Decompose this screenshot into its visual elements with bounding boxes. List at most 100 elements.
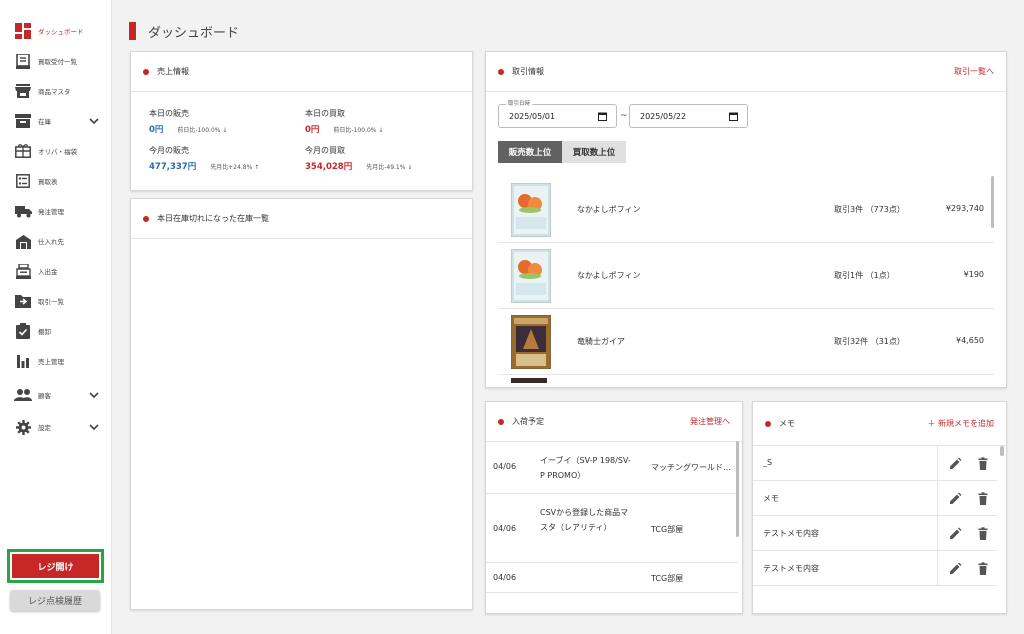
ranking-scrollbar[interactable] xyxy=(991,176,994,228)
trash-icon[interactable] xyxy=(976,527,990,541)
sidebar-item-cash[interactable]: 入出金 xyxy=(0,256,112,286)
ranking-row[interactable]: なかよしポフィン 取引3件 （773点） ¥293,740 xyxy=(498,177,994,243)
sidebar-item-buy-list[interactable]: 買取表 xyxy=(0,166,112,196)
memo-item[interactable]: _S xyxy=(753,446,997,481)
sidebar: ダッシュボード 買取受付一覧 商品マスタ 在庫 オリパ・福袋 買取表 発注管理 … xyxy=(0,0,112,634)
sidebar-item-label: 取引一覧 xyxy=(38,298,64,306)
ranking-row[interactable]: なかよしポフィン 取引1件 （1点） ¥190 xyxy=(498,243,994,309)
dashboard-icon xyxy=(14,22,32,40)
title-accent-bar xyxy=(129,22,136,40)
sidebar-item-orders[interactable]: 発注管理 xyxy=(0,196,112,226)
open-register-button[interactable]: レジ開け xyxy=(7,549,104,583)
date-to-value: 2025/05/22 xyxy=(640,111,687,121)
arrival-supplier: TCG部屋 xyxy=(651,574,684,583)
factory-icon xyxy=(14,232,32,250)
transaction-amount: ¥4,650 xyxy=(956,336,984,345)
arrival-row[interactable]: 04/06 TCG部屋 xyxy=(486,563,738,593)
page-header: ダッシュボード xyxy=(129,22,240,41)
sidebar-item-label: 設定 xyxy=(38,424,51,432)
tab-sales-top[interactable]: 販売数上位 xyxy=(498,141,562,163)
people-icon xyxy=(14,386,32,404)
card-header: 売上情報 xyxy=(131,52,472,92)
cash-register-icon xyxy=(14,262,32,280)
date-range-separator: ~ xyxy=(620,111,628,121)
date-from-input[interactable]: 2025/05/01 xyxy=(498,104,617,128)
sidebar-item-label: 発注管理 xyxy=(38,208,64,216)
memo-item[interactable]: テストメモ内容 xyxy=(753,551,997,586)
card-header: 入荷予定 発注管理へ xyxy=(486,402,742,442)
chevron-down-icon[interactable] xyxy=(88,389,100,401)
transactions-link[interactable]: 取引一覧へ xyxy=(954,66,994,77)
sidebar-item-product-master[interactable]: 商品マスタ xyxy=(0,76,112,106)
card-header: メモ ＋ 新規メモを追加 xyxy=(753,402,1006,446)
page-title: ダッシュボード xyxy=(148,25,240,41)
truck-icon xyxy=(14,202,32,220)
sidebar-item-dashboard[interactable]: ダッシュボード xyxy=(0,16,112,46)
gift-icon xyxy=(14,142,32,160)
sidebar-item-settings[interactable]: 設定 xyxy=(0,412,112,442)
sidebar-item-lucky-bags[interactable]: オリパ・福袋 xyxy=(0,136,112,166)
calendar-icon[interactable] xyxy=(729,112,738,121)
arrival-date: 04/06 xyxy=(493,462,517,471)
ranking-row[interactable]: 竜騎士ガイア 取引32件 （31点） ¥4,650 xyxy=(498,309,994,375)
sidebar-item-transactions[interactable]: 取引一覧 xyxy=(0,286,112,316)
trash-icon[interactable] xyxy=(976,492,990,506)
sidebar-item-purchase-receipts[interactable]: 買取受付一覧 xyxy=(0,46,112,76)
sidebar-item-customers[interactable]: 顧客 xyxy=(0,380,112,410)
checklist-icon xyxy=(14,322,32,340)
sidebar-item-label: 入出金 xyxy=(38,268,58,276)
sidebar-item-suppliers[interactable]: 仕入れ先 xyxy=(0,226,112,256)
product-image xyxy=(510,314,552,370)
trash-icon[interactable] xyxy=(976,457,990,471)
stockout-card: 本日在庫切れになった在庫一覧 xyxy=(130,198,473,610)
tab-buy-top[interactable]: 買取数上位 xyxy=(562,141,626,163)
trash-icon[interactable] xyxy=(976,562,990,576)
bullet-dot xyxy=(498,68,504,75)
memo-scrollbar[interactable] xyxy=(1000,446,1004,456)
transaction-count: 取引1件 （1点） xyxy=(834,271,895,280)
chevron-down-icon[interactable] xyxy=(88,421,100,433)
sidebar-item-label: 商品マスタ xyxy=(38,88,71,96)
memo-text: メモ xyxy=(763,494,779,503)
edit-icon[interactable] xyxy=(948,457,962,471)
card-title: 売上情報 xyxy=(157,67,189,76)
add-memo-button[interactable]: ＋ 新規メモを追加 xyxy=(927,418,994,429)
card-title: メモ xyxy=(779,419,795,428)
open-register-label: レジ開け xyxy=(12,554,99,578)
register-history-button[interactable]: レジ点検履歴 xyxy=(10,590,100,611)
folder-arrow-icon xyxy=(14,292,32,310)
today-sales-comparison: 前日比-100.0% ↓ xyxy=(177,127,228,134)
card-header: 取引情報 取引一覧へ xyxy=(486,52,1006,92)
edit-icon[interactable] xyxy=(948,562,962,576)
arrivals-scrollbar[interactable] xyxy=(736,441,739,537)
gear-icon xyxy=(14,418,32,436)
memo-item[interactable]: メモ xyxy=(753,481,997,516)
today-buy-comparison: 前日比-100.0% ↓ xyxy=(333,127,384,134)
orders-link[interactable]: 発注管理へ xyxy=(690,416,730,427)
memo-actions xyxy=(937,551,997,586)
arrival-row[interactable]: 04/06 CSVから登録した商品マスタ（レアリティ） TCG部屋 xyxy=(486,494,738,563)
arrival-row[interactable]: 04/06 イーブイ（SV-P 198/SV-P PROMO） マッチングワール… xyxy=(486,441,738,494)
sidebar-item-label: オリパ・福袋 xyxy=(38,148,77,156)
edit-icon[interactable] xyxy=(948,527,962,541)
store-icon xyxy=(14,82,32,100)
sidebar-item-sales-management[interactable]: 売上管理 xyxy=(0,346,112,376)
bullet-dot xyxy=(143,215,149,222)
arrival-date: 04/06 xyxy=(493,573,517,582)
sidebar-item-stocktake[interactable]: 棚卸 xyxy=(0,316,112,346)
month-sales-comparison: 先月比+24.8% ↑ xyxy=(210,164,260,171)
memo-item[interactable]: テストメモ内容 xyxy=(753,516,997,551)
edit-icon[interactable] xyxy=(948,492,962,506)
product-image-partial xyxy=(511,378,547,383)
sidebar-item-label: 棚卸 xyxy=(38,328,51,336)
product-image xyxy=(510,248,552,304)
date-to-input[interactable]: 2025/05/22 xyxy=(629,104,748,128)
chevron-down-icon[interactable] xyxy=(88,115,100,127)
arrival-product: CSVから登録した商品マスタ（レアリティ） xyxy=(540,508,629,532)
sidebar-item-label: 買取受付一覧 xyxy=(38,58,77,66)
calendar-icon[interactable] xyxy=(598,112,607,121)
sidebar-item-inventory[interactable]: 在庫 xyxy=(0,106,112,136)
card-title: 取引情報 xyxy=(512,67,544,76)
arrival-supplier: TCG部屋 xyxy=(651,525,684,534)
sidebar-item-label: 在庫 xyxy=(38,118,51,126)
